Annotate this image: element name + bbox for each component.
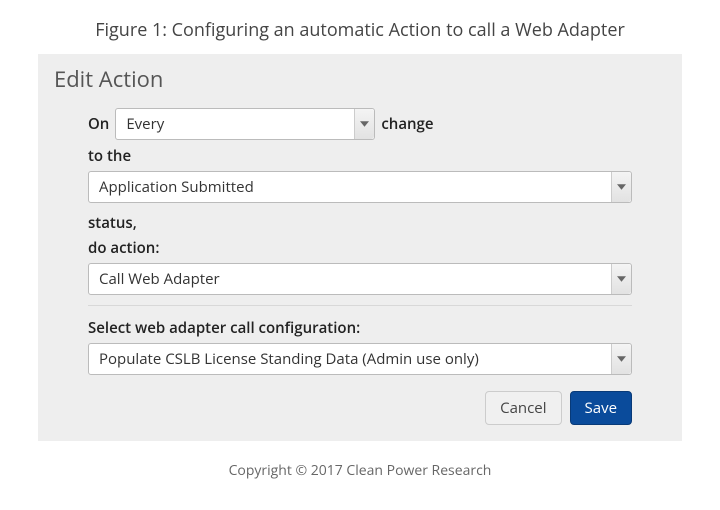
edit-action-panel: Edit Action On Every change to the Appli… <box>38 54 682 441</box>
save-button[interactable]: Save <box>570 391 632 425</box>
config-select[interactable]: Populate CSLB License Standing Data (Adm… <box>88 343 632 375</box>
frequency-select[interactable]: Every <box>115 108 375 140</box>
change-label: change <box>381 114 433 135</box>
status-label: status, <box>88 213 632 234</box>
action-select-value: Call Web Adapter <box>99 269 220 289</box>
on-row: On Every change <box>88 108 632 140</box>
config-select-value: Populate CSLB License Standing Data (Adm… <box>99 349 479 369</box>
button-row: Cancel Save <box>88 385 632 425</box>
frequency-select-value: Every <box>126 114 164 134</box>
status-select[interactable]: Application Submitted <box>88 171 632 203</box>
panel-title: Edit Action <box>38 54 682 100</box>
figure-caption: Figure 1: Configuring an automatic Actio… <box>0 0 720 54</box>
divider <box>88 305 632 306</box>
chevron-down-icon <box>611 264 631 294</box>
do-action-label: do action: <box>88 238 632 259</box>
chevron-down-icon <box>611 344 631 374</box>
status-select-value: Application Submitted <box>99 177 254 197</box>
cancel-button[interactable]: Cancel <box>485 391 561 425</box>
on-label: On <box>88 114 109 135</box>
copyright-text: Copyright © 2017 Clean Power Research <box>0 441 720 500</box>
chevron-down-icon <box>354 109 374 139</box>
to-the-label: to the <box>88 146 632 167</box>
chevron-down-icon <box>611 172 631 202</box>
panel-body: On Every change to the Application Submi… <box>38 100 682 441</box>
select-config-label: Select web adapter call configuration: <box>88 318 632 339</box>
action-select[interactable]: Call Web Adapter <box>88 263 632 295</box>
